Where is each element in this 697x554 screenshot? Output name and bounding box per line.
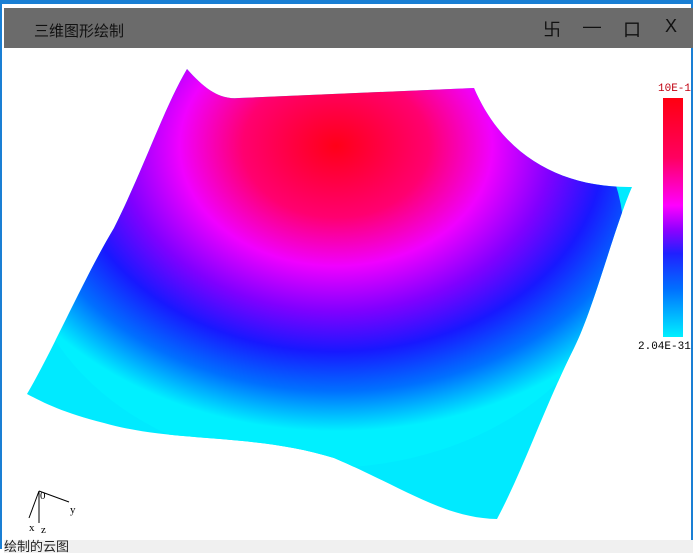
close-button[interactable]: X [665, 16, 677, 37]
colorbar-max-label: 10E-1 [658, 83, 692, 95]
title-bar[interactable]: 三维图形绘制 卐 — 口 X [4, 8, 693, 48]
colorbar [663, 98, 683, 337]
minimize-button[interactable]: — [583, 16, 601, 37]
axis-indicator [28, 490, 70, 523]
axis-y-label: y [70, 504, 76, 516]
maximize-button[interactable]: 口 [623, 16, 641, 42]
axis-x-label: x [29, 522, 35, 534]
app-window: 三维图形绘制 卐 — 口 X 0 y x z 10E-1 2.04E-31 绘制… [0, 0, 693, 553]
axis-z-label: z [41, 524, 46, 536]
axis-origin-label: 0 [40, 490, 46, 502]
surface-plot [27, 69, 632, 523]
window-title: 三维图形绘制 [34, 23, 125, 40]
pin-button[interactable]: 卐 [543, 16, 561, 42]
status-bar: 绘制的云图 [4, 540, 693, 553]
colorbar-min-label: 2.04E-31 [638, 341, 691, 353]
